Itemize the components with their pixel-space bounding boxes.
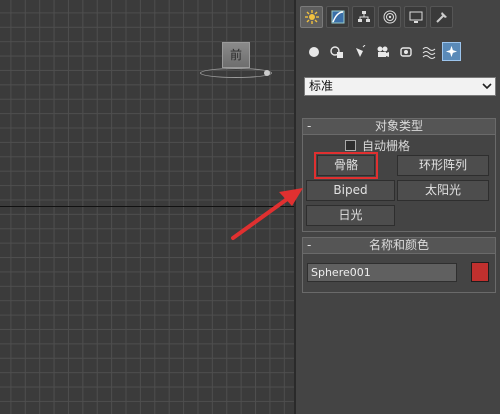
ring-array-button[interactable]: 环形阵列 [397, 155, 489, 176]
systems-icon [445, 45, 458, 58]
collapse-toggle[interactable]: - [307, 238, 311, 252]
autogrid-row: 自动栅格 [345, 137, 410, 154]
modify-icon [331, 10, 344, 24]
sunlight-button[interactable]: 太阳光 [397, 180, 489, 201]
hierarchy-tab[interactable] [352, 6, 375, 28]
object-category-dropdown[interactable]: 标准 [304, 77, 496, 96]
display-tab[interactable] [404, 6, 427, 28]
object-type-title: 对象类型 [374, 119, 423, 133]
helpers-icon [399, 46, 412, 57]
utilities-icon [435, 12, 447, 23]
geometry-icon [308, 46, 319, 57]
object-color-swatch[interactable] [471, 262, 489, 282]
viewport[interactable]: 前 [0, 0, 294, 414]
name-color-header[interactable]: - 名称和颜色 [303, 238, 495, 254]
object-type-header[interactable]: - 对象类型 [303, 119, 495, 135]
command-tab-strip [300, 6, 453, 28]
utilities-tab[interactable] [430, 6, 453, 28]
name-and-color-rollout: - 名称和颜色 Sphere001 [302, 237, 496, 293]
command-panel: 标准 - 对象类型 自动栅格 骨骼 环形阵列 Biped 太阳光 日光 - 名称… [296, 0, 500, 414]
collapse-toggle[interactable]: - [307, 119, 311, 133]
create-icon [304, 10, 319, 24]
hierarchy-icon [357, 11, 370, 22]
shapes-icon [329, 45, 343, 58]
viewcube-compass-dot [264, 70, 270, 76]
bones-button[interactable]: 骨骼 [314, 152, 378, 179]
modify-tab[interactable] [326, 6, 349, 28]
systems-category[interactable] [442, 42, 461, 61]
name-color-title: 名称和颜色 [368, 238, 429, 252]
create-tab[interactable] [300, 6, 323, 28]
object-type-rollout: - 对象类型 自动栅格 骨骼 环形阵列 Biped 太阳光 日光 [302, 118, 496, 232]
horizon-line [0, 206, 294, 207]
cameras-category[interactable] [373, 42, 392, 61]
cameras-icon [377, 46, 389, 57]
viewcube-compass-ring[interactable] [200, 68, 272, 78]
lights-category[interactable] [350, 42, 369, 61]
daylight-button[interactable]: 日光 [306, 205, 395, 226]
dropdown-value: 标准 [309, 79, 334, 93]
lights-icon [355, 44, 365, 57]
space-warps-category[interactable] [419, 42, 438, 61]
shapes-category[interactable] [327, 42, 346, 61]
autogrid-checkbox[interactable] [345, 140, 356, 151]
autogrid-label: 自动栅格 [362, 139, 411, 153]
motion-tab[interactable] [378, 6, 401, 28]
chevron-down-icon [482, 83, 492, 90]
display-icon [409, 11, 422, 23]
category-strip [304, 42, 461, 61]
space-warps-icon [422, 46, 435, 59]
geometry-category[interactable] [304, 42, 323, 61]
viewcube[interactable]: 前 [222, 42, 250, 68]
biped-button[interactable]: Biped [306, 180, 395, 201]
object-name-input[interactable]: Sphere001 [307, 263, 457, 282]
motion-icon [383, 10, 396, 24]
helpers-category[interactable] [396, 42, 415, 61]
